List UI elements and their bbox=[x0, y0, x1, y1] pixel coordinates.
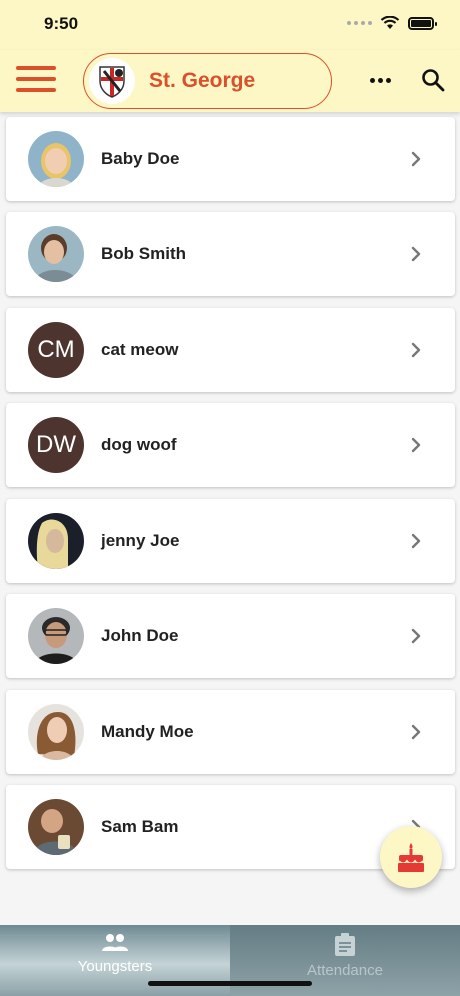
list-item[interactable]: jenny Joe bbox=[6, 499, 455, 583]
avatar bbox=[28, 704, 84, 760]
menu-button[interactable] bbox=[16, 66, 56, 96]
youngster-name: Sam Bam bbox=[101, 817, 179, 836]
list-item[interactable]: Bob Smith bbox=[6, 212, 455, 296]
youngster-name: John Doe bbox=[101, 626, 179, 645]
youngster-name: Mandy Moe bbox=[101, 722, 194, 741]
youngster-name: Baby Doe bbox=[101, 149, 180, 168]
status-bar: 9:50 bbox=[0, 0, 460, 50]
tab-label: Attendance bbox=[307, 962, 383, 979]
list-item[interactable]: CM cat meow bbox=[6, 308, 455, 392]
school-selector[interactable]: St. George bbox=[83, 53, 332, 109]
cellular-signal-icon bbox=[347, 21, 372, 25]
status-time: 9:50 bbox=[44, 14, 79, 33]
youngster-name: Bob Smith bbox=[101, 244, 186, 263]
chevron-right-icon bbox=[411, 342, 421, 358]
avatar: CM bbox=[28, 322, 84, 378]
search-icon[interactable] bbox=[420, 67, 446, 93]
chevron-right-icon bbox=[411, 246, 421, 262]
more-options-button[interactable] bbox=[368, 70, 392, 90]
chevron-right-icon bbox=[411, 724, 421, 740]
avatar bbox=[28, 799, 84, 855]
avatar bbox=[28, 131, 84, 187]
home-indicator bbox=[148, 981, 312, 986]
clipboard-icon bbox=[335, 933, 355, 956]
list-item[interactable]: John Doe bbox=[6, 594, 455, 678]
youngster-name: jenny Joe bbox=[101, 531, 180, 550]
avatar bbox=[28, 513, 84, 569]
avatar bbox=[28, 608, 84, 664]
avatar: DW bbox=[28, 417, 84, 473]
chevron-right-icon bbox=[411, 437, 421, 453]
app-bar: St. George bbox=[0, 50, 460, 112]
list-item[interactable]: DW dog woof bbox=[6, 403, 455, 487]
chevron-right-icon bbox=[411, 533, 421, 549]
youngster-name: dog woof bbox=[101, 435, 177, 454]
battery-icon bbox=[408, 16, 437, 30]
tab-label: Youngsters bbox=[77, 958, 153, 975]
avatar bbox=[28, 226, 84, 282]
status-icons bbox=[347, 16, 437, 30]
people-icon bbox=[102, 934, 128, 951]
birthday-cake-icon bbox=[398, 843, 424, 872]
youngster-name: cat meow bbox=[101, 340, 179, 359]
school-logo bbox=[89, 58, 135, 104]
school-name: St. George bbox=[149, 69, 256, 92]
chevron-right-icon bbox=[411, 151, 421, 167]
birthday-fab-button[interactable] bbox=[380, 826, 442, 888]
chevron-right-icon bbox=[411, 628, 421, 644]
list-item[interactable]: Mandy Moe bbox=[6, 690, 455, 774]
wifi-icon bbox=[380, 16, 400, 29]
list-item[interactable]: Baby Doe bbox=[6, 117, 455, 201]
